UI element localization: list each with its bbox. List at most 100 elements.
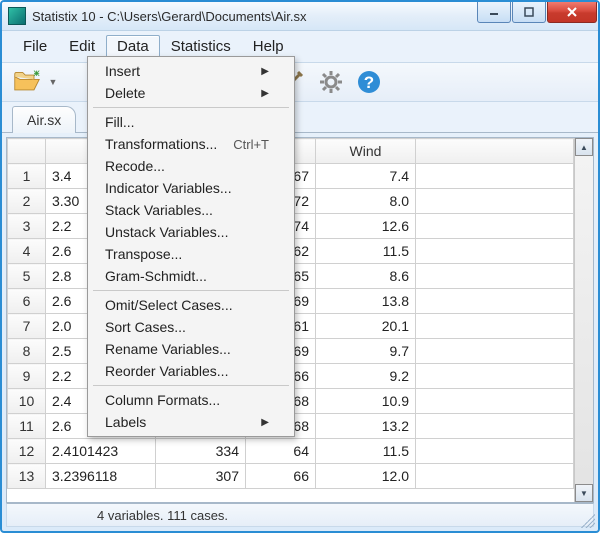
maximize-button[interactable]	[512, 2, 546, 23]
menu-edit[interactable]: Edit	[58, 35, 106, 58]
cell-wind[interactable]: 13.8	[316, 289, 416, 314]
menu-item-gram-schmidt[interactable]: Gram-Schmidt...	[91, 265, 291, 287]
cell-wind[interactable]: 11.5	[316, 239, 416, 264]
folder-open-icon	[13, 70, 41, 94]
chevron-right-icon: ▶	[261, 88, 269, 99]
toolbar-settings-button[interactable]	[314, 65, 348, 99]
column-header-wind[interactable]: Wind	[316, 139, 416, 164]
open-file-dropdown[interactable]: ▼	[48, 77, 58, 87]
cell-hidden[interactable]: 307	[156, 464, 246, 489]
menu-item-transformations[interactable]: Transformations... Ctrl+T	[91, 133, 291, 155]
resize-grip[interactable]	[581, 514, 595, 528]
row-header[interactable]: 1	[8, 164, 46, 189]
cell-wind[interactable]: 8.6	[316, 264, 416, 289]
cell-o[interactable]: 3.2396118	[46, 464, 156, 489]
menu-item-delete[interactable]: Delete▶	[91, 82, 291, 104]
app-window: Statistix 10 - C:\Users\Gerard\Documents…	[0, 0, 600, 533]
cell-wind[interactable]: 10.9	[316, 389, 416, 414]
cell-empty[interactable]	[416, 164, 574, 189]
row-header[interactable]: 6	[8, 289, 46, 314]
cell-empty[interactable]	[416, 314, 574, 339]
cell-empty[interactable]	[416, 439, 574, 464]
cell-wind[interactable]: 7.4	[316, 164, 416, 189]
cell-temp[interactable]: 64	[246, 439, 316, 464]
menu-item-label: Insert	[105, 63, 140, 79]
cell-empty[interactable]	[416, 189, 574, 214]
maximize-icon	[524, 7, 534, 17]
scroll-down-button[interactable]: ▼	[575, 484, 593, 502]
row-header[interactable]: 12	[8, 439, 46, 464]
window-buttons	[477, 2, 598, 30]
menu-item-label: Unstack Variables...	[105, 224, 228, 240]
cell-empty[interactable]	[416, 339, 574, 364]
row-header[interactable]: 4	[8, 239, 46, 264]
menu-help[interactable]: Help	[242, 35, 295, 58]
menu-item-stack-variables[interactable]: Stack Variables...	[91, 199, 291, 221]
table-row[interactable]: 133.23961183076612.0	[8, 464, 574, 489]
row-header[interactable]: 13	[8, 464, 46, 489]
row-header[interactable]: 9	[8, 364, 46, 389]
menu-statistics[interactable]: Statistics	[160, 35, 242, 58]
row-header[interactable]: 11	[8, 414, 46, 439]
cell-empty[interactable]	[416, 464, 574, 489]
menu-item-label: Transformations...	[105, 136, 217, 152]
cell-empty[interactable]	[416, 289, 574, 314]
menu-item-label: Fill...	[105, 114, 135, 130]
menu-item-unstack-variables[interactable]: Unstack Variables...	[91, 221, 291, 243]
menu-item-label: Rename Variables...	[105, 341, 231, 357]
menu-item-label: Recode...	[105, 158, 165, 174]
row-header[interactable]: 7	[8, 314, 46, 339]
menu-item-column-formats[interactable]: Column Formats...	[91, 389, 291, 411]
menu-item-labels[interactable]: Labels▶	[91, 411, 291, 433]
menu-item-indicator-variables[interactable]: Indicator Variables...	[91, 177, 291, 199]
cell-wind[interactable]: 12.0	[316, 464, 416, 489]
row-header[interactable]: 2	[8, 189, 46, 214]
close-icon	[566, 6, 578, 18]
row-header[interactable]: 3	[8, 214, 46, 239]
menu-file[interactable]: File	[12, 35, 58, 58]
chevron-right-icon: ▶	[261, 66, 269, 77]
cell-empty[interactable]	[416, 389, 574, 414]
menu-item-reorder-variables[interactable]: Reorder Variables...	[91, 360, 291, 382]
menu-item-fill[interactable]: Fill...	[91, 111, 291, 133]
cell-temp[interactable]: 66	[246, 464, 316, 489]
cell-wind[interactable]: 9.7	[316, 339, 416, 364]
cell-empty[interactable]	[416, 239, 574, 264]
file-tab-air[interactable]: Air.sx	[12, 106, 76, 133]
menu-item-label: Stack Variables...	[105, 202, 213, 218]
scroll-up-button[interactable]: ▲	[575, 138, 593, 156]
cell-empty[interactable]	[416, 214, 574, 239]
menu-item-rename-variables[interactable]: Rename Variables...	[91, 338, 291, 360]
cell-empty[interactable]	[416, 414, 574, 439]
cell-wind[interactable]: 12.6	[316, 214, 416, 239]
toolbar-help-button[interactable]: ?	[352, 65, 386, 99]
cell-o[interactable]: 2.4101423	[46, 439, 156, 464]
menu-item-recode[interactable]: Recode...	[91, 155, 291, 177]
cell-empty[interactable]	[416, 264, 574, 289]
close-button[interactable]	[547, 2, 597, 23]
status-bar: 4 variables. 111 cases.	[6, 503, 594, 527]
menu-item-insert[interactable]: Insert ▶	[91, 60, 291, 82]
title-bar: Statistix 10 - C:\Users\Gerard\Documents…	[2, 2, 598, 31]
menu-item-sort-cases[interactable]: Sort Cases...	[91, 316, 291, 338]
row-header[interactable]: 8	[8, 339, 46, 364]
cell-wind[interactable]: 8.0	[316, 189, 416, 214]
row-header[interactable]: 10	[8, 389, 46, 414]
menu-data[interactable]: Data	[106, 35, 160, 58]
open-file-button[interactable]	[10, 65, 44, 99]
app-icon	[8, 7, 26, 25]
table-row[interactable]: 122.41014233346411.5	[8, 439, 574, 464]
vertical-scrollbar[interactable]: ▲ ▼	[574, 138, 593, 502]
cell-wind[interactable]: 20.1	[316, 314, 416, 339]
cell-wind[interactable]: 13.2	[316, 414, 416, 439]
cell-hidden[interactable]: 334	[156, 439, 246, 464]
menu-item-label: Sort Cases...	[105, 319, 186, 335]
cell-wind[interactable]: 9.2	[316, 364, 416, 389]
row-header[interactable]: 5	[8, 264, 46, 289]
menu-item-omit-select-cases[interactable]: Omit/Select Cases...	[91, 294, 291, 316]
cell-wind[interactable]: 11.5	[316, 439, 416, 464]
menu-item-transpose[interactable]: Transpose...	[91, 243, 291, 265]
cell-empty[interactable]	[416, 364, 574, 389]
minimize-button[interactable]	[477, 2, 511, 23]
menu-item-shortcut: Ctrl+T	[233, 137, 269, 152]
